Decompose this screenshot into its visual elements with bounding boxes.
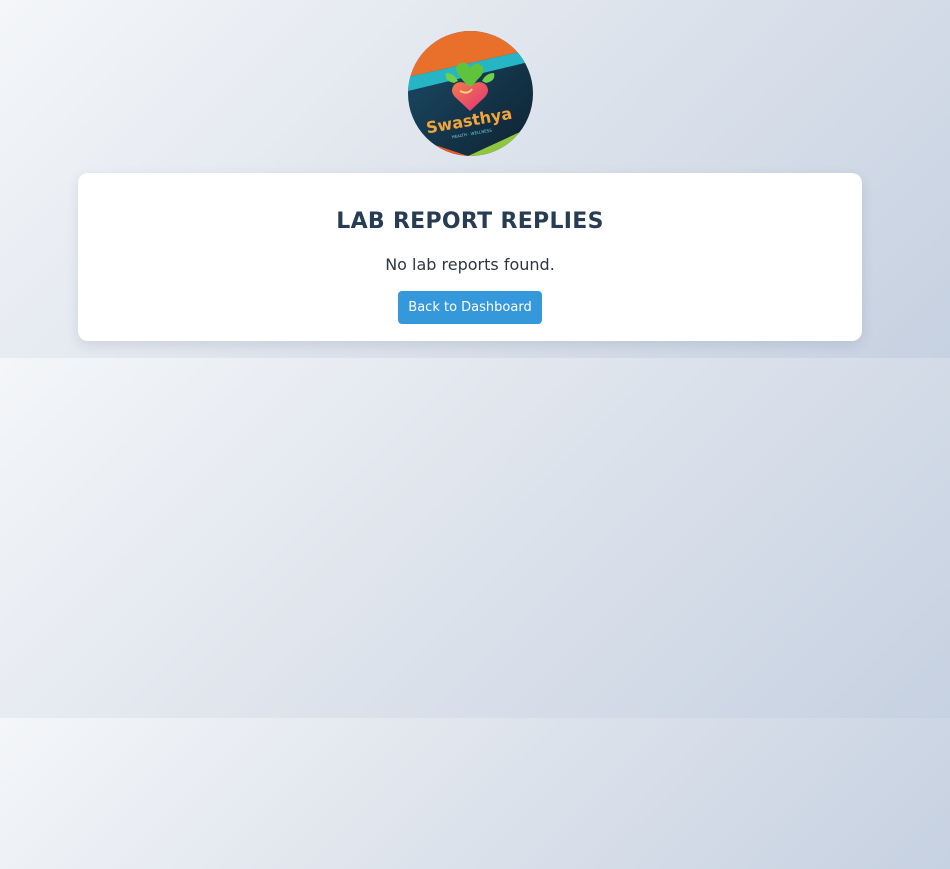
- background-band-bottom: [0, 718, 950, 869]
- back-to-dashboard-button[interactable]: Back to Dashboard: [398, 291, 542, 324]
- background-band-middle: [0, 358, 950, 718]
- lab-report-card: LAB REPORT REPLIES No lab reports found.…: [78, 173, 862, 341]
- empty-state-message: No lab reports found.: [385, 255, 555, 274]
- logo-image: Swasthya HEALTH · WELLNESS: [408, 31, 533, 156]
- swasthya-logo: Swasthya HEALTH · WELLNESS: [408, 31, 533, 156]
- page-title: LAB REPORT REPLIES: [336, 209, 604, 234]
